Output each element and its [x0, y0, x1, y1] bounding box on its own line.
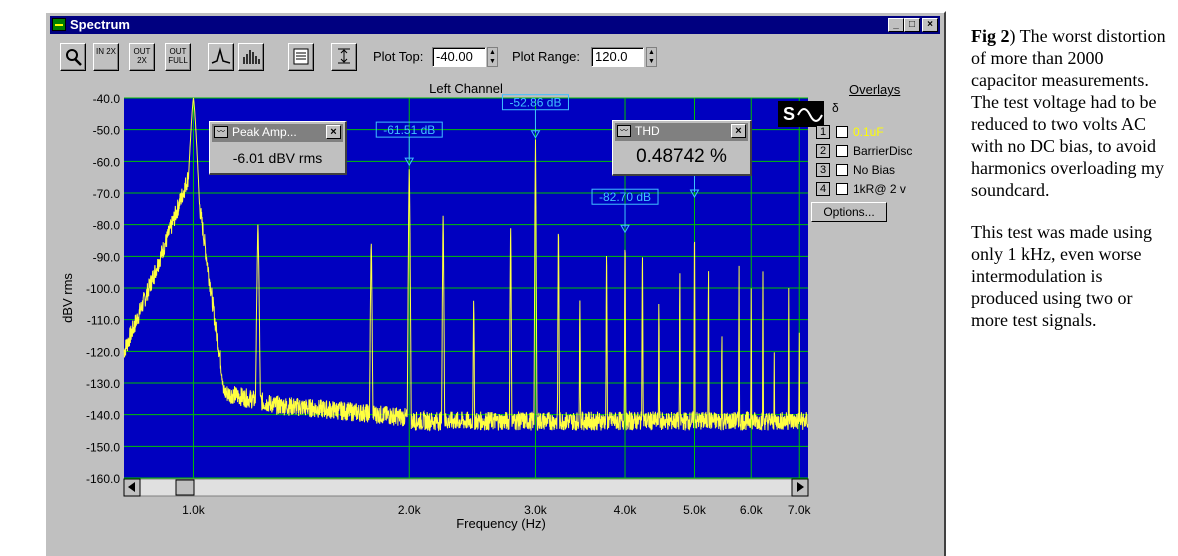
y-tick-label: -60.0 — [93, 155, 121, 169]
x-tick-label: 6.0k — [740, 503, 764, 517]
peak-amp-value: -6.01 dBV rms — [232, 150, 323, 166]
waveform-icon: 〰 — [617, 125, 631, 137]
y-tick-label: -40.0 — [93, 92, 121, 106]
overlay-1-checkbox[interactable] — [836, 126, 848, 138]
caption-text-1: ) The worst distortion of more than 2000… — [971, 26, 1166, 200]
fig-label: Fig 2 — [971, 26, 1010, 46]
thd-title: THD — [635, 124, 660, 138]
overlay-3-number[interactable]: 3 — [816, 163, 830, 177]
overlay-4-checkbox[interactable] — [836, 183, 848, 195]
y-tick-label: -110.0 — [87, 314, 120, 328]
thd-close-button[interactable]: × — [731, 124, 746, 138]
y-tick-label: -100.0 — [86, 282, 120, 296]
thd-titlebar[interactable]: 〰 THD × — [615, 123, 748, 141]
overlay-2-label: BarrierDisc — [853, 144, 913, 158]
x-tick-label: 5.0k — [683, 503, 707, 517]
overlay-1-label: 0.1uF — [853, 125, 884, 139]
overlay-4-number[interactable]: 4 — [816, 182, 830, 196]
x-axis-label: Frequency (Hz) — [456, 516, 546, 531]
figure-caption: Fig 2) The worst distortion of more than… — [971, 25, 1166, 351]
svg-text:S: S — [783, 104, 795, 124]
overlay-3-label: No Bias — [853, 163, 896, 177]
y-tick-label: -120.0 — [86, 345, 120, 359]
y-tick-label: -130.0 — [86, 377, 120, 391]
delta-icon: δ — [832, 101, 839, 115]
waveform-icon: 〰 — [214, 126, 228, 138]
marker-label: -82.70 dB — [599, 190, 651, 204]
x-tick-label: 3.0k — [524, 503, 548, 517]
x-tick-label: 7.0k — [788, 503, 812, 517]
y-tick-label: -80.0 — [93, 219, 121, 233]
x-tick-label: 4.0k — [614, 503, 638, 517]
marker-label: -61.51 dB — [383, 123, 435, 137]
y-tick-label: -70.0 — [93, 187, 121, 201]
y-tick-label: -160.0 — [86, 472, 120, 486]
horizontal-scrollbar[interactable] — [123, 478, 809, 497]
caption-paragraph-2: This test was made using only 1 kHz, eve… — [971, 222, 1152, 330]
y-tick-label: -90.0 — [93, 250, 121, 264]
overlay-2-checkbox[interactable] — [836, 145, 848, 157]
overlay-1-number[interactable]: 1 — [816, 125, 830, 139]
y-tick-label: -50.0 — [93, 124, 121, 138]
overlays-title: Overlays — [849, 82, 901, 97]
thd-dialog[interactable]: 〰 THD × 0.48742 % — [612, 120, 752, 176]
marker-label: -52.86 dB — [509, 96, 561, 110]
peak-amp-title: Peak Amp... — [232, 125, 297, 139]
thd-value: 0.48742 % — [636, 146, 727, 167]
y-tick-label: -140.0 — [86, 409, 120, 423]
x-tick-label: 2.0k — [398, 503, 422, 517]
x-tick-label: 1.0k — [182, 503, 206, 517]
peak-amp-close-button[interactable]: × — [326, 125, 341, 139]
options-button[interactable]: Options... — [811, 202, 887, 222]
peak-amp-titlebar[interactable]: 〰 Peak Amp... × — [212, 124, 343, 142]
y-tick-label: -150.0 — [86, 440, 120, 454]
overlay-3-checkbox[interactable] — [836, 164, 848, 176]
overlay-2-number[interactable]: 2 — [816, 144, 830, 158]
channel-title: Left Channel — [429, 81, 503, 96]
scroll-thumb[interactable] — [175, 479, 195, 496]
y-axis-label: dBV rms — [60, 273, 75, 323]
overlay-4-label: 1kR@ 2 v — [853, 182, 906, 196]
peak-amp-dialog[interactable]: 〰 Peak Amp... × -6.01 dBV rms — [209, 121, 347, 175]
caption-paragraph-1: Fig 2) The worst distortion of more than… — [971, 25, 1166, 201]
